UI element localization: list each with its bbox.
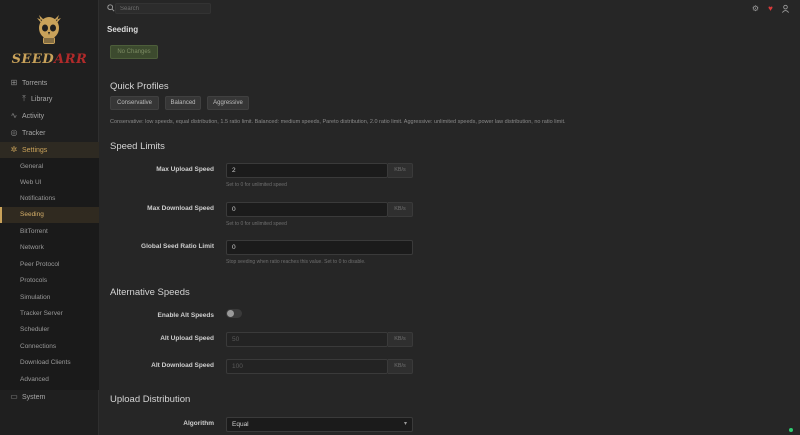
settings-item-tracker-server[interactable]: Tracker Server <box>0 306 99 322</box>
settings-item-connections[interactable]: Connections <box>0 339 99 355</box>
brand-logo[interactable]: SEEDARR <box>0 8 99 70</box>
sidebar-item-label: Settings <box>22 146 48 154</box>
section-title-alternative-speeds: Alternative Speeds <box>110 287 190 298</box>
sidebar-item-label: Activity <box>22 112 45 120</box>
heart-icon[interactable]: ♥ <box>766 4 775 13</box>
connection-status-indicator <box>789 428 793 432</box>
settings-item-label: BitTorrent <box>20 228 48 235</box>
upload-icon: ⤒ <box>22 94 26 103</box>
settings-item-label: General <box>20 163 44 170</box>
settings-item-peer-protocol[interactable]: Peer Protocol <box>0 257 99 273</box>
settings-item-notifications[interactable]: Notifications <box>0 191 99 207</box>
alt-upload-unit: KB/s <box>388 332 413 347</box>
enable-alt-speeds-label: Enable Alt Speeds <box>157 312 214 319</box>
sidebar-item-settings[interactable]: ✲ Settings <box>0 142 99 158</box>
settings-item-label: Peer Protocol <box>20 261 60 268</box>
settings-item-seeding[interactable]: Seeding <box>0 207 99 223</box>
seed-ratio-help: Stop seeding when ratio reaches this val… <box>226 259 366 265</box>
alt-upload-input[interactable]: 50 <box>226 332 388 347</box>
seed-ratio-input[interactable]: 0 <box>226 240 413 255</box>
brand-name-part2: ARR <box>54 52 88 67</box>
algorithm-label: Algorithm <box>183 420 214 427</box>
max-upload-input[interactable]: 2 <box>226 163 388 178</box>
settings-item-label: Download Clients <box>20 359 71 366</box>
brand-name-part1: SEED <box>11 52 55 67</box>
alt-speeds-toggle[interactable] <box>226 309 242 318</box>
settings-gear-icon[interactable]: ⚙ <box>751 4 760 13</box>
settings-item-label: Tracker Server <box>20 310 63 317</box>
settings-item-label: Scheduler <box>20 326 50 333</box>
settings-item-protocols[interactable]: Protocols <box>0 273 99 289</box>
sidebar-item-library[interactable]: ⤒ Library <box>0 91 99 107</box>
algorithm-value: Equal <box>232 421 249 428</box>
alt-download-label: Alt Download Speed <box>151 362 214 369</box>
settings-item-general[interactable]: General <box>0 159 99 175</box>
globe-icon: ◎ <box>10 128 18 137</box>
main-content: Seeding No Changes Quick Profiles Conser… <box>99 17 800 435</box>
settings-item-label: Simulation <box>20 294 51 301</box>
max-download-help: Set to 0 for unlimited speed <box>226 221 287 227</box>
skull-logo-icon <box>37 15 61 44</box>
save-button[interactable]: No Changes <box>110 45 158 59</box>
sidebar-item-system[interactable]: ▭ System <box>0 389 99 405</box>
alt-download-input[interactable]: 100 <box>226 359 388 374</box>
settings-item-bittorrent[interactable]: BitTorrent <box>0 224 99 240</box>
chevron-down-icon: ▾ <box>403 421 407 427</box>
settings-item-advanced[interactable]: Advanced <box>0 372 99 388</box>
max-upload-help: Set to 0 for unlimited speed <box>226 182 287 188</box>
section-title-upload-distribution: Upload Distribution <box>110 394 191 405</box>
settings-item-label: Advanced <box>20 376 49 383</box>
settings-item-label: Connections <box>20 343 57 350</box>
profile-balanced-button[interactable]: Balanced <box>165 96 201 110</box>
settings-item-label: Web UI <box>20 179 42 186</box>
algorithm-select[interactable]: Equal ▾ <box>226 417 413 432</box>
max-download-label: Max Download Speed <box>147 205 214 212</box>
search-input[interactable] <box>115 3 211 14</box>
max-upload-unit: KB/s <box>388 163 413 178</box>
activity-icon: ∿ <box>10 111 18 120</box>
profile-aggressive-button[interactable]: Aggressive <box>207 96 249 110</box>
max-download-unit: KB/s <box>388 202 413 217</box>
sidebar-item-label: Tracker <box>22 129 46 137</box>
settings-item-scheduler[interactable]: Scheduler <box>0 322 99 338</box>
toggle-knob <box>227 310 234 317</box>
sidebar: SEEDARR ⊞ Torrents ⤒ Library ∿ Activity … <box>0 0 99 435</box>
brand-wordmark: SEEDARR <box>0 52 99 67</box>
sidebar-item-tracker[interactable]: ◎ Tracker <box>0 125 99 141</box>
alt-download-unit: KB/s <box>388 359 413 374</box>
user-icon[interactable] <box>781 4 790 13</box>
profile-conservative-button[interactable]: Conservative <box>110 96 159 110</box>
settings-item-label: Seeding <box>20 211 44 218</box>
section-title-speed-limits: Speed Limits <box>110 141 165 152</box>
page-title: Seeding <box>107 25 139 34</box>
settings-item-network[interactable]: Network <box>0 240 99 256</box>
sidebar-item-label: Library <box>31 95 53 103</box>
grid-icon: ⊞ <box>10 78 18 87</box>
settings-item-web-ui[interactable]: Web UI <box>0 175 99 191</box>
sidebar-item-torrents[interactable]: ⊞ Torrents <box>0 75 99 91</box>
max-download-input[interactable]: 0 <box>226 202 388 217</box>
sidebar-item-activity[interactable]: ∿ Activity <box>0 108 99 124</box>
max-upload-label: Max Upload Speed <box>156 166 214 173</box>
monitor-icon: ▭ <box>10 392 18 401</box>
sidebar-item-label: Torrents <box>22 79 48 87</box>
alt-upload-label: Alt Upload Speed <box>160 335 214 342</box>
settings-item-label: Protocols <box>20 277 48 284</box>
gear-icon: ✲ <box>10 145 18 154</box>
settings-item-label: Network <box>20 244 44 251</box>
seed-ratio-label: Global Seed Ratio Limit <box>141 243 214 250</box>
sidebar-item-label: System <box>22 393 46 401</box>
section-title-quick-profiles: Quick Profiles <box>110 81 169 92</box>
search-icon <box>107 4 115 12</box>
profiles-description: Conservative: low speeds, equal distribu… <box>110 119 566 125</box>
app-root: SEEDARR ⊞ Torrents ⤒ Library ∿ Activity … <box>0 0 800 435</box>
settings-item-download-clients[interactable]: Download Clients <box>0 355 99 371</box>
settings-item-simulation[interactable]: Simulation <box>0 290 99 306</box>
settings-item-label: Notifications <box>20 195 56 202</box>
